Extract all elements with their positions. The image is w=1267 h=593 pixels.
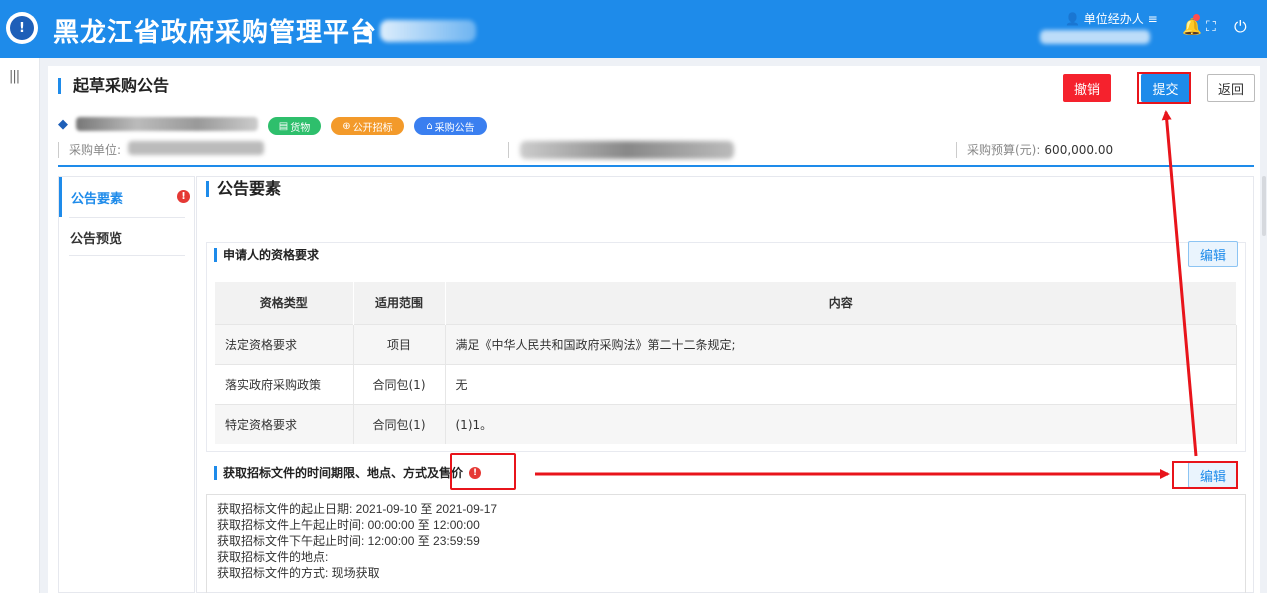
column-header: 内容 bbox=[445, 282, 1237, 324]
switch-icon: ≡ bbox=[1147, 12, 1158, 26]
meta-unit: 采购单位: bbox=[58, 142, 121, 158]
location-icon[interactable]: ● bbox=[362, 25, 372, 38]
cell-content: (1)1。 bbox=[445, 403, 1237, 444]
table-row: 法定资格要求 项目 满足《中华人民共和国政府采购法》第二十二条规定; bbox=[215, 323, 1237, 364]
header-divider bbox=[58, 165, 1254, 167]
fullscreen-icon[interactable]: ⛶ bbox=[1206, 19, 1216, 35]
qualification-title: 申请人的资格要求 bbox=[214, 248, 319, 262]
doc-fetch-title-text: 获取招标文件的时间期限、地点、方式及售价 bbox=[223, 466, 464, 480]
subnav-item-label: 公告要素 bbox=[71, 191, 124, 207]
page-title: 起草采购公告 bbox=[58, 78, 169, 94]
divider bbox=[69, 255, 185, 256]
detail-line: 获取招标文件的方式: 现场获取 bbox=[217, 566, 380, 580]
back-button[interactable]: 返回 bbox=[1207, 74, 1255, 102]
layers-icon: ◆ bbox=[58, 117, 68, 132]
tag-goods-icon: ▤ bbox=[278, 120, 289, 132]
table-row: 落实政府采购政策 合同包(1) 无 bbox=[215, 363, 1237, 404]
cell-type: 法定资格要求 bbox=[215, 323, 354, 364]
user-role[interactable]: 👤 单位经办人 ≡ bbox=[1065, 10, 1158, 27]
subnav-item-preview[interactable]: 公告预览 bbox=[59, 217, 194, 257]
detail-line: 获取招标文件上午起止时间: 00:00:00 至 12:00:00 bbox=[217, 518, 480, 532]
redacted-meta bbox=[520, 141, 734, 159]
emblem-icon: ! bbox=[10, 16, 34, 40]
scroll-thumb[interactable] bbox=[1262, 176, 1266, 236]
redacted-unit bbox=[128, 141, 264, 155]
logo: ! bbox=[6, 12, 38, 44]
tag-goods-label: 货物 bbox=[290, 122, 311, 134]
redacted-location bbox=[380, 20, 476, 42]
meta-unit-label: 采购单位: bbox=[69, 143, 122, 157]
detail-line: 获取招标文件的起止日期: 2021-09-10 至 2021-09-17 bbox=[217, 502, 498, 516]
annotation-highlight-box bbox=[450, 453, 516, 490]
tag-bid-label: 公开招标 bbox=[352, 122, 393, 134]
cell-content: 无 bbox=[445, 363, 1237, 404]
redacted-project-name bbox=[76, 117, 258, 131]
power-icon[interactable]: ⏻ bbox=[1234, 17, 1247, 37]
meta-redacted-field bbox=[508, 142, 519, 158]
menu-toggle-icon[interactable]: ||| bbox=[9, 69, 20, 84]
scrollbar[interactable] bbox=[1260, 66, 1267, 593]
cell-scope: 合同包(1) bbox=[353, 403, 446, 444]
user-icon: 👤 bbox=[1065, 12, 1080, 26]
column-header: 适用范围 bbox=[353, 282, 446, 324]
cell-content: 满足《中华人民共和国政府采购法》第二十二条规定; bbox=[445, 323, 1237, 364]
edit-qualification-button[interactable]: 编辑 bbox=[1188, 241, 1238, 267]
submit-button[interactable]: 提交 bbox=[1141, 74, 1190, 102]
redacted-user-name bbox=[1040, 30, 1150, 44]
user-role-label: 单位经办人 bbox=[1083, 12, 1144, 26]
notification-dot bbox=[1193, 14, 1200, 21]
section-title: 公告要素 bbox=[206, 181, 281, 197]
doc-fetch-details: 获取招标文件的起止日期: 2021-09-10 至 2021-09-17 获取招… bbox=[206, 494, 1246, 593]
doc-fetch-title: 获取招标文件的时间期限、地点、方式及售价! bbox=[214, 466, 482, 480]
cell-type: 落实政府采购政策 bbox=[215, 363, 354, 404]
error-icon: ! bbox=[177, 190, 190, 203]
cell-scope: 合同包(1) bbox=[353, 363, 446, 404]
cell-type: 特定资格要求 bbox=[215, 403, 354, 444]
tag-goods: ▤ 货物 bbox=[268, 117, 321, 135]
app-title: 黑龙江省政府采购管理平台 bbox=[53, 18, 378, 48]
meta-budget: 采购预算(元): 600,000.00 bbox=[956, 142, 1113, 158]
cell-scope: 项目 bbox=[353, 323, 446, 364]
detail-line: 获取招标文件的地点: bbox=[217, 550, 329, 564]
column-header: 资格类型 bbox=[215, 282, 354, 324]
meta-budget-label: 采购预算(元): bbox=[967, 143, 1041, 157]
qualification-table: 资格类型 适用范围 内容 法定资格要求 项目 满足《中华人民共和国政府采购法》第… bbox=[215, 282, 1237, 444]
meta-budget-value: 600,000.00 bbox=[1044, 143, 1114, 157]
left-rail: ||| bbox=[0, 58, 40, 593]
sub-nav: 公告要素 ! 公告预览 bbox=[58, 176, 195, 593]
tag-notice-label: 采购公告 bbox=[434, 122, 475, 134]
tag-notice: ⌂ 采购公告 bbox=[414, 117, 487, 135]
table-row: 特定资格要求 合同包(1) (1)1。 bbox=[215, 403, 1237, 444]
tag-bid-icon: ⊕ bbox=[342, 120, 351, 132]
cancel-button[interactable]: 撤销 bbox=[1063, 74, 1111, 102]
top-header: ! 黑龙江省政府采购管理平台 ● 👤 单位经办人 ≡ 🔔 ⛶ ⏻ bbox=[0, 0, 1267, 58]
subnav-item-label: 公告预览 bbox=[70, 231, 123, 247]
detail-line: 获取招标文件下午起止时间: 12:00:00 至 23:59:59 bbox=[217, 534, 480, 548]
edit-doc-fetch-button[interactable]: 编辑 bbox=[1188, 462, 1238, 488]
subnav-item-elements[interactable]: 公告要素 bbox=[59, 177, 194, 217]
tag-open-bid: ⊕ 公开招标 bbox=[331, 117, 404, 135]
tag-notice-icon: ⌂ bbox=[426, 120, 433, 132]
